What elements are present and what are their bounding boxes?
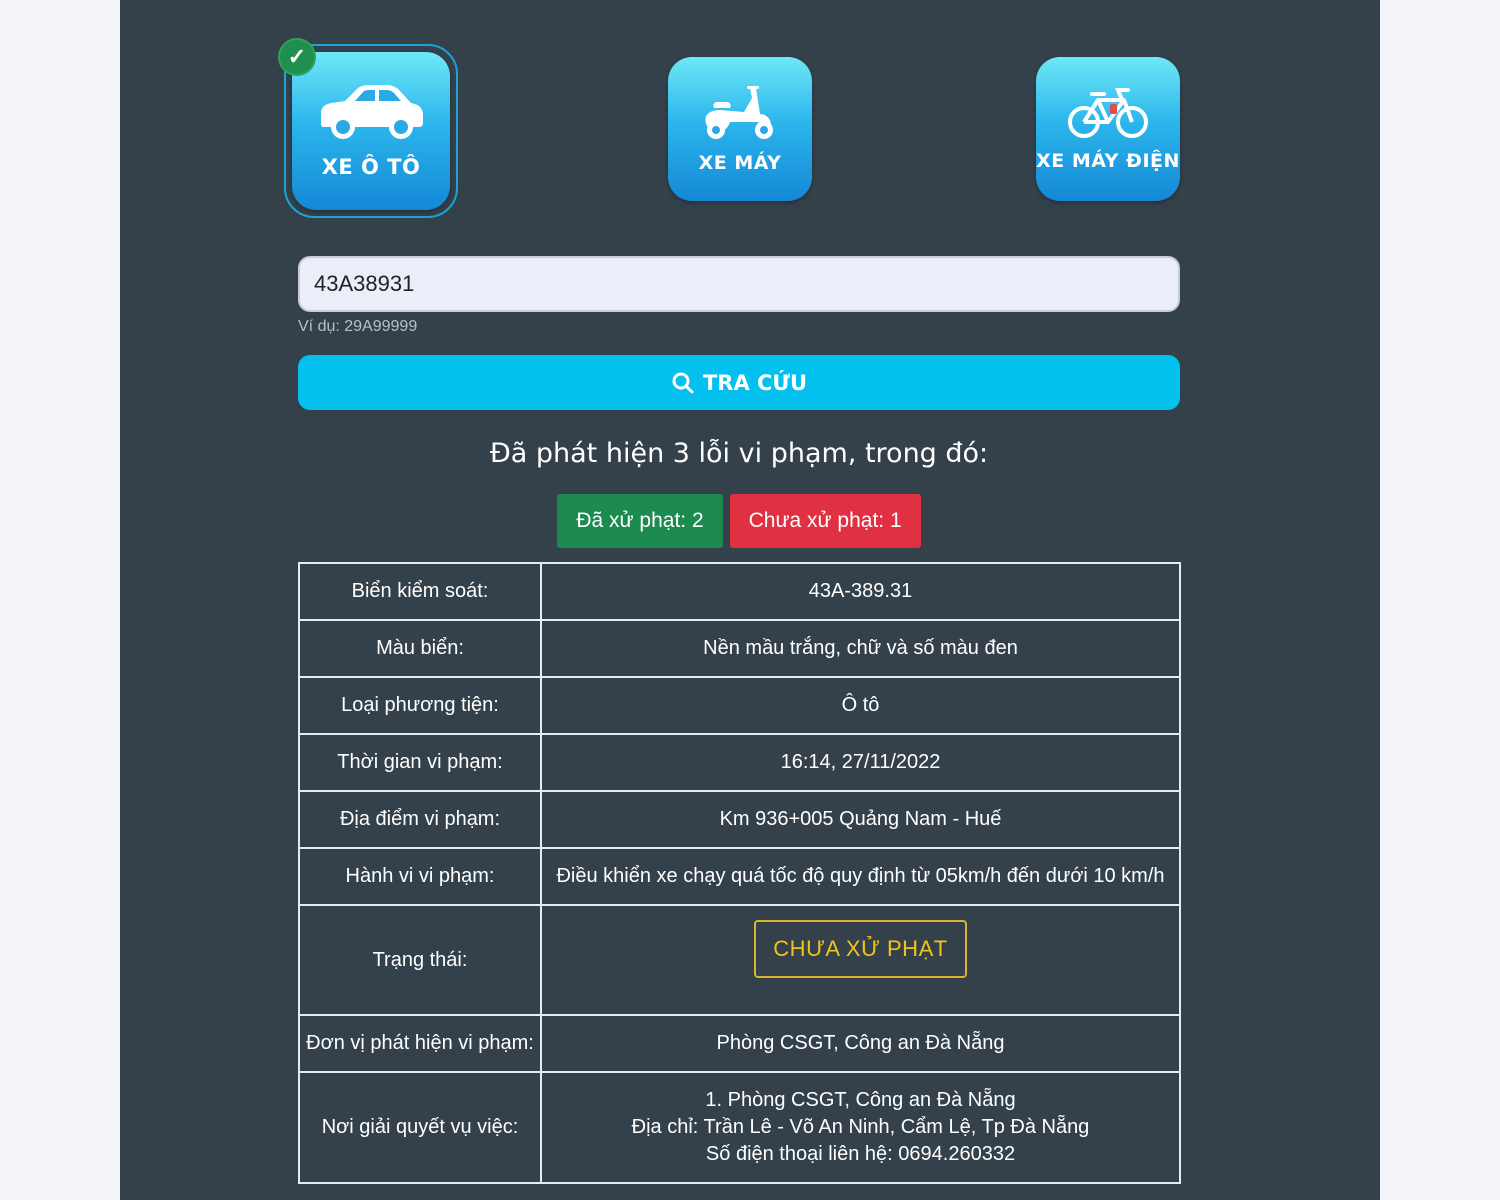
vehicle-option-ebike-wrapper: XE MÁY ĐIỆN [1036,57,1180,201]
table-row: Biển kiểm soát: 43A-389.31 [298,562,1181,621]
search-icon [672,372,694,393]
vehicle-option-motorbike-wrapper: XE MÁY [668,57,812,201]
car-icon [321,85,423,139]
bicycle-icon [1068,88,1148,138]
status-label: Trạng thái: [298,904,542,1016]
violation-place-value: Km 936+005 Quảng Nam - Huế [540,790,1181,849]
violation-count-badges: Đã xử phạt: 2 Chưa xử phạt: 1 [298,494,1180,548]
table-row: Loại phương tiện: Ô tô [298,676,1181,735]
vehicle-type-value: Ô tô [540,676,1181,735]
violation-summary: Đã phát hiện 3 lỗi vi phạm, trong đó: [489,438,989,469]
violation-behavior-value: Điều khiển xe chạy quá tốc độ quy định t… [540,847,1181,906]
violation-time-label: Thời gian vi phạm: [298,733,542,792]
plate-color-label: Màu biển: [298,619,542,678]
detecting-unit-value: Phòng CSGT, Công an Đà Nẵng [540,1014,1181,1073]
table-row: Trạng thái: CHƯA XỬ PHẠT [298,904,1181,1016]
scooter-icon [705,86,773,139]
violation-behavior-label: Hành vi vi phạm: [298,847,542,906]
vehicle-option-car[interactable]: XE Ô TÔ [292,52,450,210]
table-row: Thời gian vi phạm: 16:14, 27/11/2022 [298,733,1181,792]
resolution-place-label: Nơi giải quyết vụ việc: [298,1071,542,1184]
resolution-office: 1. Phòng CSGT, Công an Đà Nẵng [705,1089,1016,1111]
status-cell: CHƯA XỬ PHẠT [540,904,1181,1016]
resolution-address: Địa chỉ: Trần Lê - Võ An Ninh, Cẩm Lệ, T… [631,1116,1090,1138]
status-badge: CHƯA XỬ PHẠT [754,920,967,978]
unprocessed-count-badge: Chưa xử phạt: 1 [729,494,921,548]
vehicle-type-label: Loại phương tiện: [298,676,542,735]
resolution-phone: Số điện thoại liên hệ: 0694.260332 [705,1143,1016,1165]
plate-color-value: Nền mầu trắng, chữ và số màu đen [540,619,1181,678]
table-row: Địa điểm vi phạm: Km 936+005 Quảng Nam -… [298,790,1181,849]
plate-input-hint: Ví dụ: 29A99999 [298,318,418,335]
vehicle-option-ebike[interactable]: XE MÁY ĐIỆN [1036,57,1180,201]
table-row: Màu biển: Nền mầu trắng, chữ và số màu đ… [298,619,1181,678]
selected-check-icon: ✓ [278,38,316,76]
violation-details-table: Biển kiểm soát: 43A-389.31 Màu biển: Nền… [298,562,1181,1184]
vehicle-option-ebike-label: XE MÁY ĐIỆN [1036,150,1180,172]
table-row: Hành vi vi phạm: Điều khiển xe chạy quá … [298,847,1181,906]
vehicle-option-car-wrapper: XE Ô TÔ ✓ [278,38,458,218]
plate-label: Biển kiểm soát: [298,562,542,621]
violation-time-value: 16:14, 27/11/2022 [540,733,1181,792]
vehicle-option-car-label: XE Ô TÔ [321,155,421,179]
vehicle-option-motorbike-label: XE MÁY [698,152,782,174]
search-button[interactable]: TRA CỨU [298,355,1180,410]
detecting-unit-label: Đơn vị phát hiện vi phạm: [298,1014,542,1073]
processed-count-badge: Đã xử phạt: 2 [557,494,723,548]
vehicle-option-motorbike[interactable]: XE MÁY [668,57,812,201]
table-row: Nơi giải quyết vụ việc: 1. Phòng CSGT, C… [298,1071,1181,1184]
table-row: Đơn vị phát hiện vi phạm: Phòng CSGT, Cô… [298,1014,1181,1073]
license-plate-input[interactable] [298,256,1180,312]
resolution-place-value: 1. Phòng CSGT, Công an Đà Nẵng Địa chỉ: … [540,1071,1181,1184]
violation-place-label: Địa điểm vi phạm: [298,790,542,849]
search-button-label: TRA CỨU [702,370,808,395]
plate-value: 43A-389.31 [540,562,1181,621]
